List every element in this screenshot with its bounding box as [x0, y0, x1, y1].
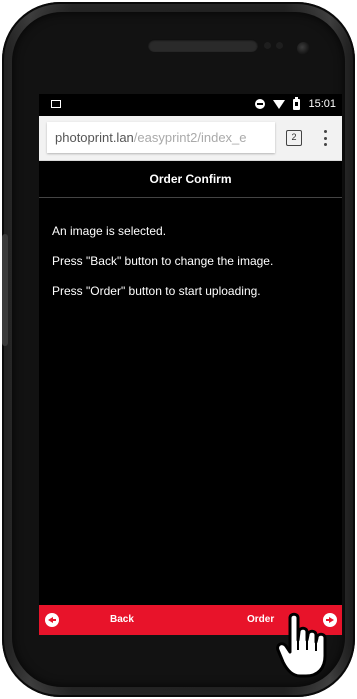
message-area: An image is selected. Press "Back" butto… — [39, 198, 342, 298]
speaker-grille — [148, 39, 258, 52]
light-sensor — [276, 42, 283, 49]
arrow-left-icon — [45, 613, 59, 627]
dnd-icon — [255, 99, 266, 109]
page-title: Order Confirm — [39, 161, 342, 198]
front-camera — [297, 42, 310, 55]
url-bar[interactable]: photoprint.lan/easyprint2/index_e — [47, 122, 275, 153]
message-line: Press "Order" button to start uploading. — [52, 284, 261, 298]
image-icon — [51, 100, 61, 108]
message-line: Press "Back" button to change the image. — [52, 254, 274, 268]
hand-pointer-icon — [276, 612, 327, 678]
back-button[interactable]: Back — [39, 605, 189, 635]
proximity-sensor — [264, 42, 271, 49]
message-line: An image is selected. — [52, 224, 167, 238]
order-button-label: Order — [247, 614, 275, 625]
side-button — [2, 234, 8, 346]
back-button-label: Back — [110, 614, 134, 625]
url-path: /easyprint2/index_e — [133, 130, 247, 145]
battery-icon — [293, 96, 301, 110]
wifi-icon — [273, 100, 286, 109]
url-host: photoprint.lan — [55, 130, 134, 145]
tab-count-icon[interactable]: 2 — [286, 130, 302, 146]
status-time: 15:01 — [308, 98, 336, 110]
status-bar: 15:01 — [39, 94, 342, 116]
phone-screen: 15:01 photoprint.lan/easyprint2/index_e … — [39, 94, 342, 635]
menu-icon[interactable] — [319, 128, 331, 148]
status-icons: 15:01 — [255, 96, 336, 110]
browser-toolbar: photoprint.lan/easyprint2/index_e 2 — [39, 116, 342, 161]
